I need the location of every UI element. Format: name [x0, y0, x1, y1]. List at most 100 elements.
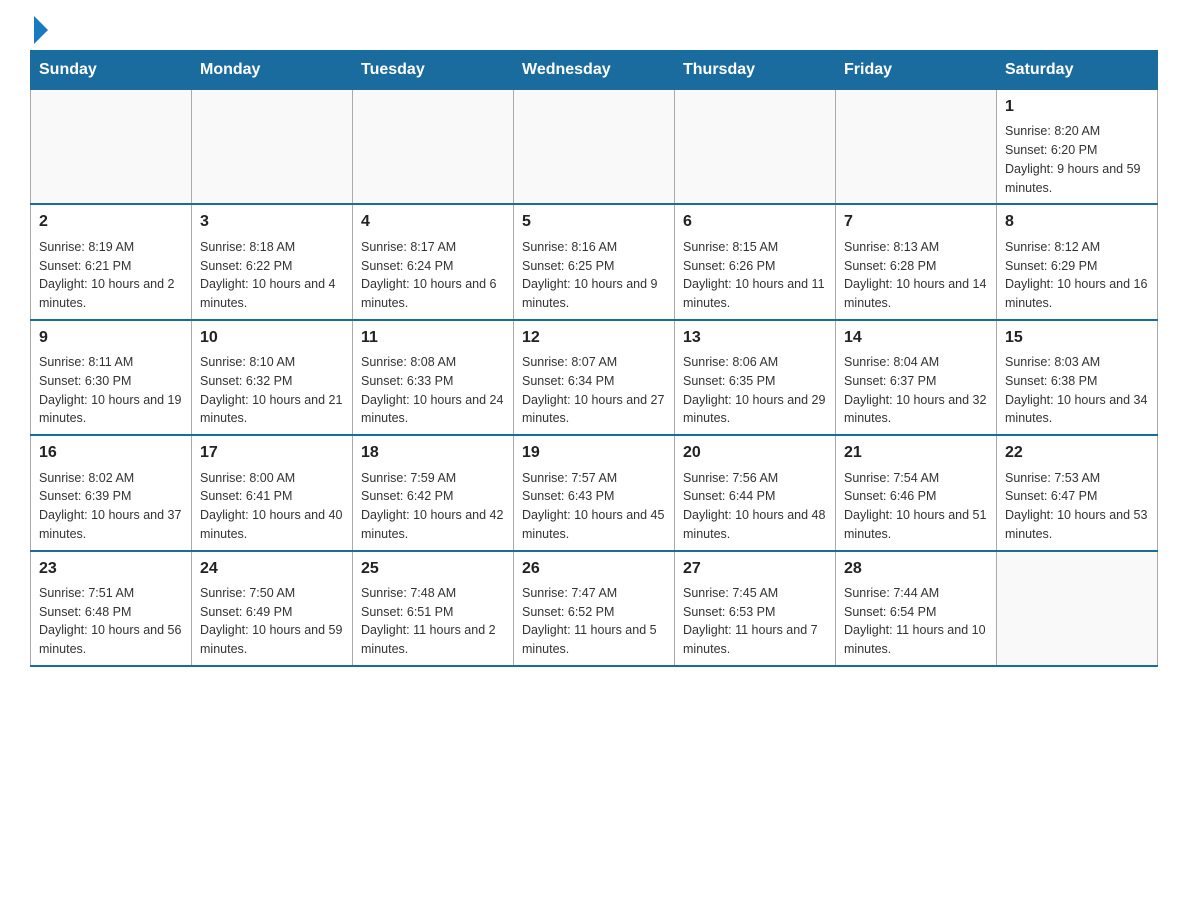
calendar-day-cell: 6Sunrise: 8:15 AM Sunset: 6:26 PM Daylig… — [675, 204, 836, 319]
calendar-day-cell: 28 Sunrise: 7:44 AM Sunset: 6:54 PM Dayli… — [836, 551, 997, 666]
calendar-day-cell: 24 Sunrise: 7:50 AM Sunset: 6:49 PM Dayli… — [192, 551, 353, 666]
day-number: 20 — [683, 442, 827, 464]
calendar-day-cell: 18 Sunrise: 7:59 AM Sunset: 6:42 PM Dayli… — [353, 435, 514, 550]
calendar-day-cell: 15 Sunrise: 8:03 AM Sunset: 6:38 PM Dayli… — [997, 320, 1158, 435]
day-info: Sunrise: 7:51 AM Sunset: 6:48 PM Dayligh… — [39, 584, 183, 659]
day-info: Sunrise: 8:00 AM Sunset: 6:41 PM Dayligh… — [200, 469, 344, 544]
day-number: 21 — [844, 442, 988, 464]
day-number: 22 — [1005, 442, 1149, 464]
calendar-week-row: 23 Sunrise: 7:51 AM Sunset: 6:48 PM Dayli… — [31, 551, 1158, 666]
day-info: Sunrise: 8:03 AM Sunset: 6:38 PM Dayligh… — [1005, 353, 1149, 428]
day-info: Sunrise: 7:54 AM Sunset: 6:46 PM Dayligh… — [844, 469, 988, 544]
day-info: Sunrise: 8:10 AM Sunset: 6:32 PM Dayligh… — [200, 353, 344, 428]
calendar-day-cell — [675, 90, 836, 205]
calendar-day-cell — [353, 90, 514, 205]
page-header — [30, 20, 1158, 40]
day-info: Sunrise: 8:15 AM Sunset: 6:26 PM Dayligh… — [683, 238, 827, 313]
day-number: 19 — [522, 442, 666, 464]
day-info: Sunrise: 7:44 AM Sunset: 6:54 PM Dayligh… — [844, 584, 988, 659]
calendar-week-row: 1 Sunrise: 8:20 AM Sunset: 6:20 PM Daylig… — [31, 90, 1158, 205]
day-info: Sunrise: 8:02 AM Sunset: 6:39 PM Dayligh… — [39, 469, 183, 544]
day-of-week-header: Wednesday — [514, 51, 675, 90]
day-number: 10 — [200, 327, 344, 349]
calendar-day-cell — [31, 90, 192, 205]
day-number: 13 — [683, 327, 827, 349]
calendar-day-cell: 26 Sunrise: 7:47 AM Sunset: 6:52 PM Dayli… — [514, 551, 675, 666]
calendar-day-cell: 23 Sunrise: 7:51 AM Sunset: 6:48 PM Dayli… — [31, 551, 192, 666]
calendar-day-cell: 5Sunrise: 8:16 AM Sunset: 6:25 PM Daylig… — [514, 204, 675, 319]
logo-triangle-icon — [34, 16, 48, 44]
day-number: 24 — [200, 558, 344, 580]
calendar-day-cell — [514, 90, 675, 205]
day-number: 15 — [1005, 327, 1149, 349]
day-info: Sunrise: 8:17 AM Sunset: 6:24 PM Dayligh… — [361, 238, 505, 313]
day-info: Sunrise: 8:06 AM Sunset: 6:35 PM Dayligh… — [683, 353, 827, 428]
calendar-day-cell: 11 Sunrise: 8:08 AM Sunset: 6:33 PM Dayli… — [353, 320, 514, 435]
day-number: 11 — [361, 327, 505, 349]
day-info: Sunrise: 7:47 AM Sunset: 6:52 PM Dayligh… — [522, 584, 666, 659]
day-number: 12 — [522, 327, 666, 349]
calendar-day-cell: 25 Sunrise: 7:48 AM Sunset: 6:51 PM Dayli… — [353, 551, 514, 666]
day-info: Sunrise: 8:08 AM Sunset: 6:33 PM Dayligh… — [361, 353, 505, 428]
calendar-table: SundayMondayTuesdayWednesdayThursdayFrid… — [30, 50, 1158, 667]
day-of-week-header: Friday — [836, 51, 997, 90]
calendar-day-cell: 20Sunrise: 7:56 AM Sunset: 6:44 PM Dayli… — [675, 435, 836, 550]
day-number: 2 — [39, 211, 183, 233]
day-number: 16 — [39, 442, 183, 464]
calendar-day-cell: 27 Sunrise: 7:45 AM Sunset: 6:53 PM Dayli… — [675, 551, 836, 666]
calendar-day-cell: 14 Sunrise: 8:04 AM Sunset: 6:37 PM Dayli… — [836, 320, 997, 435]
day-info: Sunrise: 7:50 AM Sunset: 6:49 PM Dayligh… — [200, 584, 344, 659]
day-number: 18 — [361, 442, 505, 464]
day-info: Sunrise: 8:12 AM Sunset: 6:29 PM Dayligh… — [1005, 238, 1149, 313]
calendar-day-cell: 1 Sunrise: 8:20 AM Sunset: 6:20 PM Daylig… — [997, 90, 1158, 205]
calendar-day-cell: 17Sunrise: 8:00 AM Sunset: 6:41 PM Dayli… — [192, 435, 353, 550]
calendar-header-row: SundayMondayTuesdayWednesdayThursdayFrid… — [31, 51, 1158, 90]
calendar-day-cell: 4 Sunrise: 8:17 AM Sunset: 6:24 PM Daylig… — [353, 204, 514, 319]
day-number: 27 — [683, 558, 827, 580]
day-of-week-header: Thursday — [675, 51, 836, 90]
calendar-day-cell: 22 Sunrise: 7:53 AM Sunset: 6:47 PM Dayli… — [997, 435, 1158, 550]
day-info: Sunrise: 8:07 AM Sunset: 6:34 PM Dayligh… — [522, 353, 666, 428]
calendar-day-cell: 12 Sunrise: 8:07 AM Sunset: 6:34 PM Dayli… — [514, 320, 675, 435]
day-of-week-header: Tuesday — [353, 51, 514, 90]
day-info: Sunrise: 8:18 AM Sunset: 6:22 PM Dayligh… — [200, 238, 344, 313]
day-info: Sunrise: 7:59 AM Sunset: 6:42 PM Dayligh… — [361, 469, 505, 544]
day-number: 3 — [200, 211, 344, 233]
day-of-week-header: Sunday — [31, 51, 192, 90]
calendar-week-row: 9 Sunrise: 8:11 AM Sunset: 6:30 PM Daylig… — [31, 320, 1158, 435]
calendar-day-cell: 16 Sunrise: 8:02 AM Sunset: 6:39 PM Dayli… — [31, 435, 192, 550]
day-info: Sunrise: 8:13 AM Sunset: 6:28 PM Dayligh… — [844, 238, 988, 313]
calendar-day-cell: 3 Sunrise: 8:18 AM Sunset: 6:22 PM Daylig… — [192, 204, 353, 319]
day-info: Sunrise: 7:53 AM Sunset: 6:47 PM Dayligh… — [1005, 469, 1149, 544]
day-number: 5 — [522, 211, 666, 233]
day-info: Sunrise: 8:04 AM Sunset: 6:37 PM Dayligh… — [844, 353, 988, 428]
calendar-day-cell — [192, 90, 353, 205]
calendar-day-cell — [836, 90, 997, 205]
day-info: Sunrise: 7:45 AM Sunset: 6:53 PM Dayligh… — [683, 584, 827, 659]
day-number: 23 — [39, 558, 183, 580]
day-info: Sunrise: 8:20 AM Sunset: 6:20 PM Dayligh… — [1005, 122, 1149, 197]
day-number: 14 — [844, 327, 988, 349]
day-info: Sunrise: 7:48 AM Sunset: 6:51 PM Dayligh… — [361, 584, 505, 659]
calendar-day-cell: 21 Sunrise: 7:54 AM Sunset: 6:46 PM Dayli… — [836, 435, 997, 550]
day-info: Sunrise: 8:19 AM Sunset: 6:21 PM Dayligh… — [39, 238, 183, 313]
calendar-day-cell: 2 Sunrise: 8:19 AM Sunset: 6:21 PM Daylig… — [31, 204, 192, 319]
day-number: 25 — [361, 558, 505, 580]
day-of-week-header: Saturday — [997, 51, 1158, 90]
day-number: 26 — [522, 558, 666, 580]
day-number: 8 — [1005, 211, 1149, 233]
day-number: 1 — [1005, 96, 1149, 118]
calendar-day-cell: 9 Sunrise: 8:11 AM Sunset: 6:30 PM Daylig… — [31, 320, 192, 435]
logo — [30, 20, 48, 40]
calendar-day-cell: 8 Sunrise: 8:12 AM Sunset: 6:29 PM Daylig… — [997, 204, 1158, 319]
calendar-day-cell: 7Sunrise: 8:13 AM Sunset: 6:28 PM Daylig… — [836, 204, 997, 319]
calendar-week-row: 2 Sunrise: 8:19 AM Sunset: 6:21 PM Daylig… — [31, 204, 1158, 319]
day-number: 9 — [39, 327, 183, 349]
day-number: 28 — [844, 558, 988, 580]
day-info: Sunrise: 8:11 AM Sunset: 6:30 PM Dayligh… — [39, 353, 183, 428]
calendar-day-cell: 13 Sunrise: 8:06 AM Sunset: 6:35 PM Dayli… — [675, 320, 836, 435]
calendar-day-cell — [997, 551, 1158, 666]
day-number: 4 — [361, 211, 505, 233]
calendar-day-cell: 19 Sunrise: 7:57 AM Sunset: 6:43 PM Dayli… — [514, 435, 675, 550]
day-info: Sunrise: 7:57 AM Sunset: 6:43 PM Dayligh… — [522, 469, 666, 544]
